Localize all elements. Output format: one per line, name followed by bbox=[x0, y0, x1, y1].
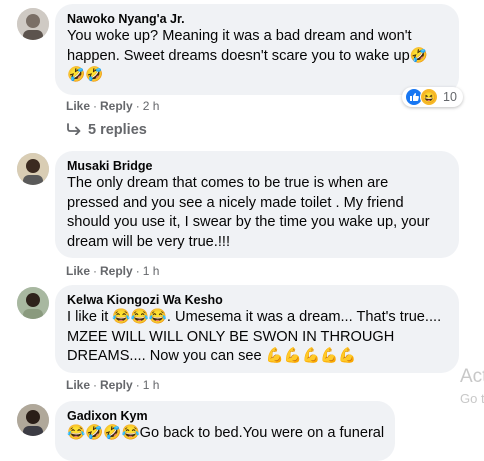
like-button[interactable]: Like bbox=[66, 264, 90, 278]
comment-line: I like it 😂😂😂. Umesema it was a dream...… bbox=[67, 309, 442, 325]
comment-text: 😂🤣🤣😂Go back to bed.You were on a funeral bbox=[67, 424, 385, 444]
reply-button[interactable]: Reply bbox=[100, 264, 133, 278]
timestamp[interactable]: 1 h bbox=[143, 264, 160, 278]
haha-reaction-icon: 😆 bbox=[420, 88, 438, 106]
comment-text: The only dream that comes to be true is … bbox=[67, 174, 447, 252]
comment-line: dream will be very true.!!! bbox=[67, 233, 231, 250]
reaction-summary[interactable]: 😆 10 bbox=[402, 87, 463, 107]
timestamp[interactable]: 2 h bbox=[143, 99, 160, 113]
comment-author[interactable]: Nawoko Nyang'a Jr. bbox=[67, 11, 447, 27]
comment-line: should you use it, I swear by the time y… bbox=[67, 214, 430, 230]
comment-line: DREAMS.... Now you can see 💪💪💪💪💪 bbox=[67, 348, 357, 364]
like-button[interactable]: Like bbox=[66, 99, 90, 113]
comment-actions: Like · Reply · 1 h bbox=[66, 377, 159, 393]
profile-photo-icon bbox=[17, 8, 49, 40]
separator: · bbox=[135, 99, 140, 113]
avatar[interactable] bbox=[17, 153, 49, 185]
comment-bubble: Nawoko Nyang'a Jr. You woke up? Meaning … bbox=[55, 4, 459, 95]
watermark-title: Act bbox=[460, 366, 484, 387]
avatar[interactable] bbox=[17, 8, 49, 40]
profile-photo-icon bbox=[17, 404, 49, 436]
comment-actions: Like · Reply · 1 h bbox=[66, 263, 159, 279]
comment-text: You woke up? Meaning it was a bad dream … bbox=[67, 27, 447, 86]
comment-author[interactable]: Kelwa Kiongozi Wa Kesho bbox=[67, 292, 447, 308]
comment-line: The only dream that comes to be true is … bbox=[67, 175, 389, 191]
separator: · bbox=[93, 264, 98, 278]
like-button[interactable]: Like bbox=[66, 378, 90, 392]
reply-button[interactable]: Reply bbox=[100, 99, 133, 113]
comment-bubble: Gadixon Kym 😂🤣🤣😂Go back to bed.You were … bbox=[55, 401, 395, 461]
comment-line: MZEE WILL WILL ONLY BE SWON IN THROUGH bbox=[67, 328, 395, 345]
comment-author[interactable]: Gadixon Kym bbox=[67, 408, 383, 424]
separator: · bbox=[93, 99, 98, 113]
profile-photo-icon bbox=[17, 153, 49, 185]
separator: · bbox=[135, 378, 140, 392]
avatar[interactable] bbox=[17, 404, 49, 436]
comment-line: 🤣🤣 bbox=[67, 67, 104, 83]
comment-actions: Like · Reply · 2 h bbox=[66, 98, 159, 114]
reaction-count: 10 bbox=[443, 90, 457, 104]
comment-bubble: Musaki Bridge The only dream that comes … bbox=[55, 151, 459, 258]
comment-line: happen. Sweet dreams doesn't scare you t… bbox=[67, 47, 428, 64]
timestamp[interactable]: 1 h bbox=[143, 378, 160, 392]
comment-line: pressed and you see a nicely made toilet… bbox=[67, 194, 404, 211]
separator: · bbox=[135, 264, 140, 278]
avatar[interactable] bbox=[17, 287, 49, 319]
comment-text: I like it 😂😂😂. Umesema it was a dream...… bbox=[67, 308, 447, 367]
comment-author[interactable]: Musaki Bridge bbox=[67, 158, 447, 174]
comment-line: You woke up? Meaning it was a bad dream … bbox=[67, 28, 412, 44]
reply-arrow-icon bbox=[67, 123, 81, 136]
separator: · bbox=[93, 378, 98, 392]
profile-photo-icon bbox=[17, 287, 49, 319]
replies-label: 5 replies bbox=[88, 122, 147, 138]
watermark-subtitle: Go t bbox=[460, 391, 484, 406]
view-replies-button[interactable]: 5 replies bbox=[66, 121, 147, 139]
reply-button[interactable]: Reply bbox=[100, 378, 133, 392]
comment-line: 😂🤣🤣😂Go back to bed.You were on a funeral bbox=[67, 425, 385, 441]
comment-bubble: Kelwa Kiongozi Wa Kesho I like it 😂😂😂. U… bbox=[55, 285, 459, 373]
